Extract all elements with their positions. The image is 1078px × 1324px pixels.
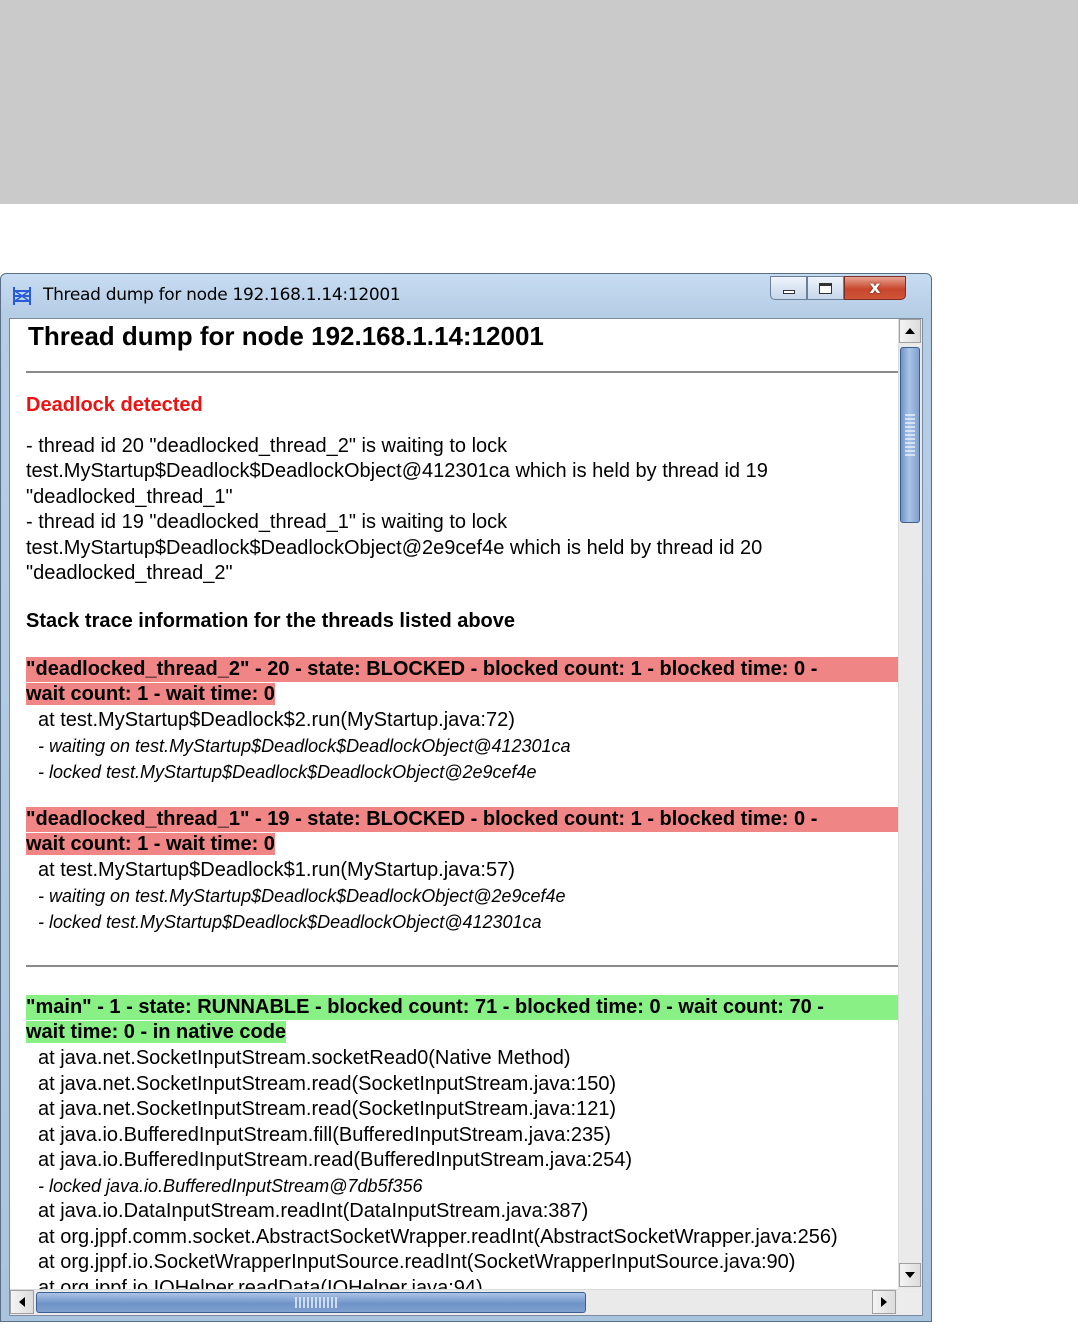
- scroll-right-button[interactable]: [872, 1290, 896, 1314]
- dump-client-area: Thread dump for node 192.168.1.14:12001 …: [9, 318, 923, 1316]
- arrow-left-icon: [19, 1297, 25, 1307]
- top-banner: [0, 0, 1078, 204]
- deadlock-line: - thread id 20 "deadlocked_thread_2" is …: [26, 435, 508, 457]
- scroll-up-button[interactable]: [899, 319, 921, 343]
- lock-info: - waiting on test.MyStartup$Deadlock$Dea…: [38, 886, 566, 906]
- maximize-button[interactable]: [807, 276, 844, 300]
- lock-info: - locked test.MyStartup$Deadlock$Deadloc…: [38, 912, 542, 932]
- lock-info: - waiting on test.MyStartup$Deadlock$Dea…: [38, 736, 571, 756]
- scroll-left-button[interactable]: [10, 1290, 34, 1314]
- arrow-right-icon: [881, 1297, 887, 1307]
- dump-content[interactable]: Thread dump for node 192.168.1.14:12001 …: [10, 319, 898, 1289]
- deadlock-title: Deadlock detected: [26, 394, 203, 416]
- deadlock-line: "deadlocked_thread_2": [26, 562, 233, 584]
- stack-frame: at java.io.BufferedInputStream.read(Buff…: [38, 1149, 633, 1171]
- horizontal-scrollbar[interactable]: [10, 1289, 898, 1315]
- close-button[interactable]: x: [844, 276, 906, 300]
- stack-frame: at java.net.SocketInputStream.socketRead…: [38, 1047, 571, 1069]
- maximize-icon: [819, 282, 832, 294]
- stack-frame: at java.net.SocketInputStream.read(Socke…: [38, 1073, 617, 1095]
- minimize-icon: [782, 290, 795, 294]
- scrollbar-corner: [898, 1289, 922, 1315]
- thread-header-line: "deadlocked_thread_2" - 20 - state: BLOC…: [26, 657, 898, 682]
- stack-frame: at test.MyStartup$Deadlock$2.run(MyStart…: [38, 709, 515, 731]
- divider: [26, 371, 898, 373]
- stack-frame: at org.jppf.io.IOHelper.readData(IOHelpe…: [38, 1277, 483, 1289]
- thread-header-line: wait time: 0 - in native code: [26, 1021, 287, 1043]
- arrow-down-icon: [905, 1272, 915, 1278]
- thread-header-line: wait count: 1 - wait time: 0: [26, 833, 275, 855]
- vertical-scroll-thumb[interactable]: [900, 347, 920, 523]
- stack-frame: at test.MyStartup$Deadlock$1.run(MyStart…: [38, 859, 515, 881]
- horizontal-scroll-thumb[interactable]: [36, 1292, 586, 1313]
- deadlock-line: "deadlocked_thread_1": [26, 486, 233, 508]
- thread-dump-icon: [13, 287, 31, 305]
- deadlock-line: test.MyStartup$Deadlock$DeadlockObject@2…: [26, 537, 763, 559]
- thread-dump-window: Thread dump for node 192.168.1.14:12001 …: [0, 273, 932, 1322]
- close-icon: x: [869, 278, 881, 298]
- page-title: Thread dump for node 192.168.1.14:12001: [28, 321, 544, 351]
- window-title: Thread dump for node 192.168.1.14:12001: [43, 285, 401, 305]
- thread-header: "deadlocked_thread_2" - 20 - state: BLOC…: [26, 657, 898, 707]
- lock-info: - locked test.MyStartup$Deadlock$Deadloc…: [38, 762, 537, 782]
- lock-info: - locked java.io.BufferedInputStream@7db…: [38, 1176, 423, 1196]
- thread-header-line: wait count: 1 - wait time: 0: [26, 683, 275, 705]
- thread-header-line: "main" - 1 - state: RUNNABLE - blocked c…: [26, 995, 898, 1020]
- stack-frame: at java.net.SocketInputStream.read(Socke…: [38, 1098, 617, 1120]
- thread-header-line: "deadlocked_thread_1" - 19 - state: BLOC…: [26, 807, 898, 832]
- arrow-up-icon: [905, 328, 915, 334]
- deadlock-line: - thread id 19 "deadlocked_thread_1" is …: [26, 511, 508, 533]
- grip-icon: [905, 412, 915, 456]
- stack-frame: at java.io.DataInputStream.readInt(DataI…: [38, 1200, 589, 1222]
- title-bar[interactable]: Thread dump for node 192.168.1.14:12001 …: [1, 274, 931, 316]
- stack-trace-title: Stack trace information for the threads …: [26, 610, 516, 632]
- stack-frame: at org.jppf.comm.socket.AbstractSocketWr…: [38, 1226, 838, 1248]
- stack-frame: at java.io.BufferedInputStream.fill(Buff…: [38, 1124, 611, 1146]
- grip-icon: [295, 1297, 339, 1308]
- minimize-button[interactable]: [770, 276, 807, 300]
- scroll-down-button[interactable]: [899, 1263, 921, 1287]
- deadlock-line: test.MyStartup$Deadlock$DeadlockObject@4…: [26, 460, 768, 482]
- stack-frame: at org.jppf.io.SocketWrapperInputSource.…: [38, 1251, 796, 1273]
- thread-header: "deadlocked_thread_1" - 19 - state: BLOC…: [26, 807, 898, 857]
- divider: [26, 965, 898, 967]
- vertical-scrollbar[interactable]: [898, 319, 922, 1289]
- thread-header: "main" - 1 - state: RUNNABLE - blocked c…: [26, 995, 898, 1045]
